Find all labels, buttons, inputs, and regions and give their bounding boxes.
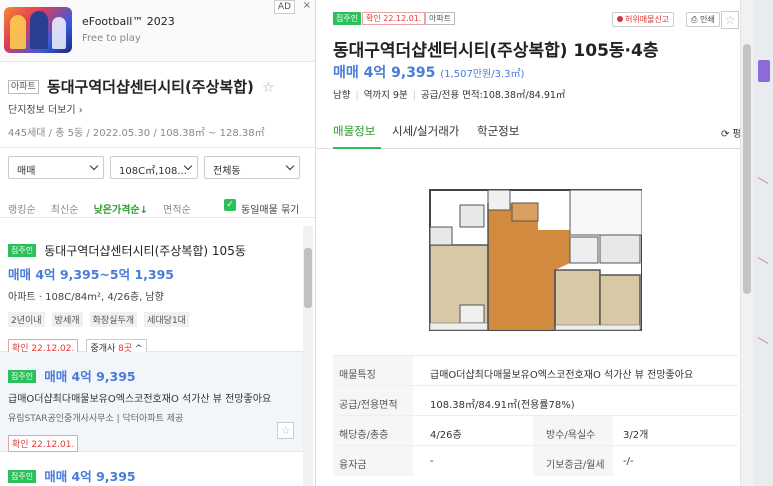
trade-type-value: 매매	[17, 166, 36, 177]
area-select[interactable]: 108C㎡,108...	[110, 156, 198, 179]
trade-type-select[interactable]: 매매	[8, 156, 104, 179]
unit-toggle-button[interactable]: ⟳ 평	[721, 125, 742, 140]
complex-summary: 445세대 / 총 5동 / 2022.05.30 / 108.38㎡ ~ 12…	[8, 128, 265, 139]
table-row: 매물특징 급매O더샵최다매물보유O엑스코전호재O 석가산 뷰 전망좋아요	[333, 355, 738, 386]
listing-detail-table: 매물특징 급매O더샵최다매물보유O엑스코전호재O 석가산 뷰 전망좋아요 공급/…	[333, 355, 738, 476]
ad-subtitle: Free to play	[82, 33, 141, 44]
bookmark-star-icon[interactable]: ☆	[277, 422, 294, 439]
row-key: 공급/전용면적	[333, 386, 413, 416]
listing-item[interactable]: 집주인 매매 4억 9,395	[0, 452, 310, 486]
listing-panel: eFootball™ 2023 Free to play AD × 아파트 동대…	[0, 0, 316, 486]
detail-panel: 집주인 확인 22.12.01. 아파트 허위매물신고 ⎙ 인쇄 ☆ 동대구역더…	[316, 0, 753, 486]
row-value: 3/2개	[623, 430, 649, 441]
owner-tag: 집주인	[8, 244, 37, 257]
row-key: 융자금	[333, 446, 413, 476]
row-key: 기보증금/월세	[533, 446, 613, 476]
listing-title[interactable]: 동대구역더샵센터시티(주상복합) 105동	[44, 244, 246, 258]
listing-item[interactable]: 집주인 동대구역더샵센터시티(주상복합) 105동 매매 4억 9,395~5억…	[0, 226, 310, 356]
listing-type: 아파트 · 108C/84m², 4/26층, 남향	[8, 292, 164, 303]
map-marker-icon[interactable]	[758, 60, 770, 82]
property-type-tag: 아파트	[425, 12, 456, 25]
detail-tabs: 매물정보 시세/실거래가 학군정보 ⟳ 평	[316, 116, 753, 149]
row-value: 108.38㎡/84.91㎡(전용률78%)	[430, 400, 575, 411]
broker-info: 유림STAR공인중개사사무소 | 닥터아파트 제공	[8, 414, 184, 424]
confirm-date-badge: 확인 22.12.01.	[362, 12, 426, 25]
listing-list: 집주인 동대구역더샵센터시티(주상복합) 105동 매매 4억 9,395~5억…	[0, 226, 310, 486]
sort-latest[interactable]: 최신순	[51, 205, 79, 216]
price-per-area: (1,507만원/3.3㎡)	[440, 69, 525, 80]
complex-info-more-link[interactable]: 단지정보 더보기 ›	[8, 101, 315, 116]
row-value: -/-	[623, 456, 634, 467]
listing-price: 매매 4억 9,395	[44, 369, 136, 384]
feature-chip: 화장실두개	[89, 312, 138, 327]
row-key: 방수/욕실수	[533, 416, 613, 446]
listing-price: 매매 4억 9,395~5억 1,395	[8, 267, 175, 282]
sort-low-price[interactable]: 낮은가격순↓	[94, 205, 148, 216]
table-row: 해당층/총층 4/26층 방수/욕실수 3/2개	[333, 415, 738, 446]
print-label: 인쇄	[699, 15, 715, 24]
building-value: 전체동	[213, 166, 241, 177]
owner-tag: 집주인	[333, 12, 362, 25]
row-value: -	[430, 456, 434, 467]
favorite-star-icon[interactable]: ☆	[262, 80, 275, 96]
table-row: 융자금 - 기보증금/월세 -/-	[333, 445, 738, 476]
print-button[interactable]: ⎙ 인쇄	[686, 12, 720, 27]
sort-area[interactable]: 면적순	[163, 205, 191, 216]
detail-price-value: 매매 4억 9,395	[333, 65, 436, 81]
listing-price: 매매 4억 9,395	[44, 469, 136, 484]
tab-market-price[interactable]: 시세/실거래가	[392, 123, 459, 139]
complex-type-tag: 아파트	[8, 80, 39, 94]
direction: 남향	[333, 90, 351, 101]
chevron-down-icon	[89, 161, 99, 171]
printer-icon: ⎙	[691, 15, 700, 24]
station-distance: 역까지 9분	[363, 90, 408, 101]
feature-chip: 방세개	[51, 312, 83, 327]
row-value: 급매O더샵최다매물보유O엑스코전호재O 석가산 뷰 전망좋아요	[430, 370, 694, 381]
ad-banner[interactable]: eFootball™ 2023 Free to play AD ×	[0, 0, 315, 62]
same-listing-label[interactable]: 동일매물 묶기	[241, 201, 299, 216]
ad-title[interactable]: eFootball™ 2023	[82, 15, 175, 28]
chevron-down-icon	[285, 161, 295, 171]
detail-title: 동대구역더샵센터시티(주상복합) 105동·4층	[333, 41, 659, 61]
complex-header: 아파트 동대구역더샵센터시티(주상복합) ☆ 단지정보 더보기 › 445세대 …	[0, 62, 315, 148]
feature-chip: 세대당1대	[144, 312, 189, 327]
listing-description: 급매O더샵최다매물보유O엑스코전호재O 석가산 뷰 전망좋아요	[8, 394, 272, 405]
row-value: 4/26층	[430, 430, 462, 441]
floor-plan-image[interactable]	[420, 175, 642, 335]
row-key: 해당층/총층	[333, 416, 413, 446]
area-value: 108C㎡,108...	[119, 166, 187, 177]
ad-badge[interactable]: AD	[273, 0, 295, 14]
table-row: 공급/전용면적 108.38㎡/84.91㎡(전용률78%)	[333, 385, 738, 416]
owner-tag: 집주인	[8, 370, 37, 383]
area-spec: 공급/전용 면적:108.38㎡/84.91㎡	[420, 90, 566, 101]
checkbox-checked-icon[interactable]: ✓	[224, 199, 236, 211]
row-key: 매물특징	[333, 356, 413, 386]
detail-scrollbar[interactable]	[740, 0, 753, 486]
tab-school-info[interactable]: 학군정보	[477, 123, 519, 139]
map-edge[interactable]	[753, 0, 773, 486]
active-tab-indicator	[333, 147, 381, 149]
complex-name: 동대구역더샵센터시티(주상복합)	[46, 78, 254, 96]
ad-thumbnail[interactable]	[4, 7, 72, 53]
listing-scrollbar[interactable]	[303, 226, 313, 486]
feature-chip: 2년이내	[8, 312, 45, 327]
report-label: 허위매물신고	[625, 15, 670, 24]
detail-spec-line: 남향 | 역까지 9분 | 공급/전용 면적:108.38㎡/84.91㎡	[333, 90, 566, 101]
owner-tag: 집주인	[8, 470, 37, 483]
siren-icon	[617, 16, 623, 22]
close-icon[interactable]: ×	[303, 0, 311, 12]
sort-bar: 랭킹순 최신순 낮은가격순↓ 면적순 ✓ 동일매물 묶기	[0, 186, 315, 218]
report-false-listing-button[interactable]: 허위매물신고	[612, 12, 675, 27]
building-select[interactable]: 전체동	[204, 156, 300, 179]
confirm-date-badge: 확인 22.12.01.	[8, 435, 79, 452]
feature-chips: 2년이내 방세개 화장실두개 세대당1대	[8, 308, 310, 327]
favorite-star-icon[interactable]: ☆	[721, 11, 739, 29]
sort-ranking[interactable]: 랭킹순	[8, 205, 36, 216]
tab-listing-info[interactable]: 매물정보	[333, 123, 375, 139]
listing-item[interactable]: 집주인 매매 4억 9,395 급매O더샵최다매물보유O엑스코전호재O 석가산 …	[0, 352, 310, 452]
detail-price: 매매 4억 9,395 (1,507만원/3.3㎡)	[333, 62, 524, 82]
filter-bar: 매매 108C㎡,108... 전체동	[0, 148, 315, 186]
